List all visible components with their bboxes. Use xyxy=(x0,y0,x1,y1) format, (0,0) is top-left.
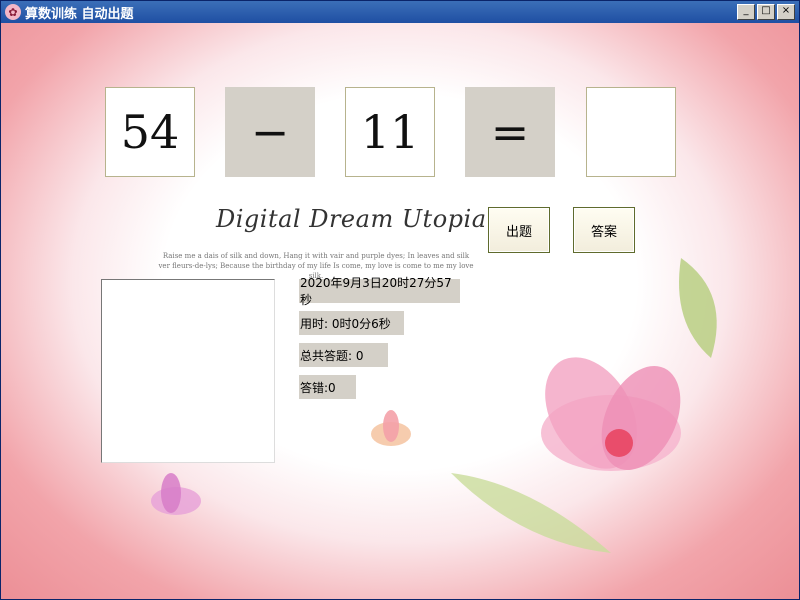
client-area: 54 − 11 = 出题 答案 Digital Dream Utopia Rai… xyxy=(1,23,799,599)
datetime-label: 2020年9月3日20时27分57秒 xyxy=(299,276,460,307)
window-title: 算数训练 自动出题 xyxy=(25,6,134,22)
history-list[interactable] xyxy=(101,279,275,463)
elapsed-label: 用时: 0时0分6秒 xyxy=(299,311,404,335)
tagline-line1: Raise me a dais of silk and down, Hang i… xyxy=(162,252,470,260)
maximize-button[interactable]: □ xyxy=(757,4,775,20)
show-answer-button[interactable]: 答案 xyxy=(573,207,635,253)
flower-decoration-icon xyxy=(151,473,201,515)
operand2-box: 11 xyxy=(345,87,435,177)
flower-decoration-icon xyxy=(371,410,411,446)
answer-input[interactable] xyxy=(586,87,676,177)
leaf-decoration-icon xyxy=(451,473,611,553)
operator-box: − xyxy=(225,87,315,177)
app-icon: ✿ xyxy=(5,4,21,20)
minimize-button[interactable]: _ xyxy=(737,4,755,20)
leaf-decoration-icon xyxy=(679,258,717,358)
generate-question-button[interactable]: 出题 xyxy=(488,207,550,253)
title-bar[interactable]: ✿ 算数训练 自动出题 _ □ × xyxy=(1,1,799,23)
app-window: ✿ 算数训练 自动出题 _ □ × 54 − 11 = 出题 答案 Digita… xyxy=(0,0,800,600)
equals-box: = xyxy=(465,87,555,177)
wrong-label: 答错:0 xyxy=(299,375,356,399)
window-controls: _ □ × xyxy=(737,4,795,20)
operand1-box: 54 xyxy=(105,87,195,177)
close-button[interactable]: × xyxy=(777,4,795,20)
total-label: 总共答题: 0 xyxy=(299,343,388,367)
logo-title: Digital Dream Utopia xyxy=(216,205,487,233)
